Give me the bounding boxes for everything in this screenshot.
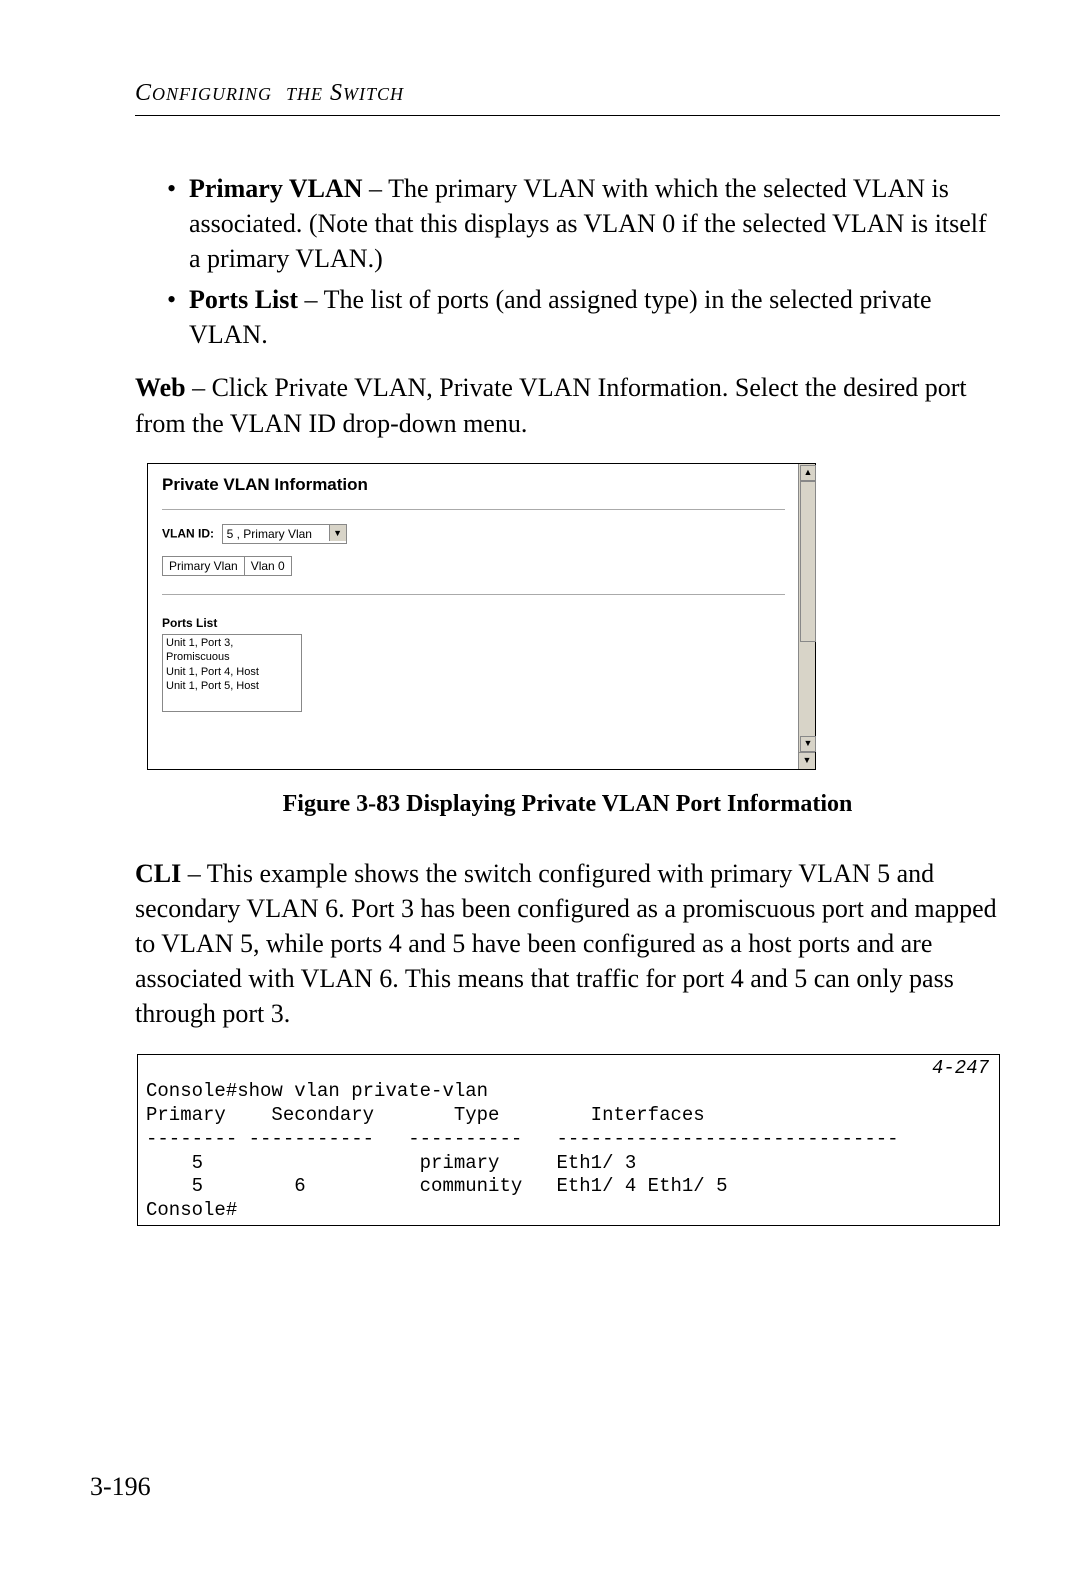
figure-caption: Figure 3-83 Displaying Private VLAN Port… bbox=[135, 788, 1000, 820]
list-item[interactable]: Unit 1, Port 4, Host bbox=[166, 665, 298, 679]
vlan-id-row: VLAN ID: 5 , Primary Vlan▼ bbox=[162, 524, 785, 544]
cli-line: Console#show vlan private-vlan bbox=[146, 1080, 488, 1102]
running-head: CONFIGURING THE SWITCH bbox=[135, 80, 1000, 107]
primary-vlan-value: Vlan 0 bbox=[244, 556, 291, 575]
vlan-id-value: 5 , Primary Vlan bbox=[223, 525, 329, 543]
ports-list-box[interactable]: Unit 1, Port 3, Promiscuous Unit 1, Port… bbox=[162, 634, 302, 712]
scroll-thumb[interactable] bbox=[800, 481, 816, 642]
bullet-ports-list: Ports List – The list of ports (and assi… bbox=[167, 282, 1000, 352]
chevron-down-icon[interactable]: ▼ bbox=[329, 525, 346, 541]
panel-rule bbox=[162, 509, 785, 510]
cli-line: -------- ----------- ---------- --------… bbox=[146, 1128, 899, 1150]
page-number: 3-196 bbox=[90, 1472, 151, 1502]
screenshot-panel: ▲ ▼ ▼ Private VLAN Information VLAN ID: … bbox=[147, 463, 816, 770]
bullet-term: Ports List bbox=[189, 285, 298, 314]
arrow-down-icon: ▼ bbox=[803, 755, 812, 765]
vlan-id-dropdown[interactable]: 5 , Primary Vlan▼ bbox=[222, 524, 347, 544]
bullet-list: Primary VLAN – The primary VLAN with whi… bbox=[135, 171, 1000, 352]
bullet-primary-vlan: Primary VLAN – The primary VLAN with whi… bbox=[167, 171, 1000, 276]
cli-page-ref: 4-247 bbox=[932, 1057, 989, 1081]
scroll-down-button[interactable]: ▼ bbox=[800, 736, 816, 752]
web-lead: Web bbox=[135, 373, 186, 402]
ports-list-label: Ports List bbox=[162, 615, 785, 631]
bullet-text: – The list of ports (and assigned type) … bbox=[189, 285, 932, 349]
list-item[interactable]: Unit 1, Port 5, Host bbox=[166, 679, 298, 693]
primary-vlan-label: Primary Vlan bbox=[163, 556, 245, 575]
table-row: Primary Vlan Vlan 0 bbox=[163, 556, 292, 575]
list-item[interactable]: Unit 1, Port 3, Promiscuous bbox=[166, 636, 298, 665]
arrow-up-icon: ▲ bbox=[804, 467, 813, 477]
cli-paragraph: CLI – This example shows the switch conf… bbox=[135, 856, 1000, 1031]
web-rest: – Click Private VLAN, Private VLAN Infor… bbox=[135, 373, 967, 437]
cli-output-box: 4-247 Console#show vlan private-vlan Prim… bbox=[137, 1054, 1000, 1226]
vertical-scrollbar[interactable]: ▲ ▼ bbox=[798, 464, 815, 753]
panel-title: Private VLAN Information bbox=[162, 474, 785, 497]
cli-rest: – This example shows the switch configur… bbox=[135, 859, 997, 1028]
screenshot-content: Private VLAN Information VLAN ID: 5 , Pr… bbox=[148, 464, 799, 769]
panel-rule bbox=[162, 594, 785, 595]
arrow-down-icon: ▼ bbox=[804, 738, 813, 748]
primary-vlan-table: Primary Vlan Vlan 0 bbox=[162, 556, 292, 576]
cli-line: Primary Secondary Type Interfaces bbox=[146, 1104, 705, 1126]
cli-line: Console# bbox=[146, 1199, 237, 1221]
web-paragraph: Web – Click Private VLAN, Private VLAN I… bbox=[135, 370, 1000, 440]
cli-line: 5 primary Eth1/ 3 bbox=[146, 1152, 636, 1174]
running-head-text: CONFIGURING THE SWITCH bbox=[135, 80, 404, 106]
cli-lead: CLI bbox=[135, 859, 181, 888]
vlan-id-label: VLAN ID: bbox=[162, 526, 214, 540]
scroll-up-button[interactable]: ▲ bbox=[800, 465, 816, 481]
cli-line: 5 6 community Eth1/ 4 Eth1/ 5 bbox=[146, 1175, 728, 1197]
header-rule bbox=[135, 115, 1000, 116]
scroll-corner[interactable]: ▼ bbox=[798, 752, 815, 769]
bullet-term: Primary VLAN bbox=[189, 174, 363, 203]
